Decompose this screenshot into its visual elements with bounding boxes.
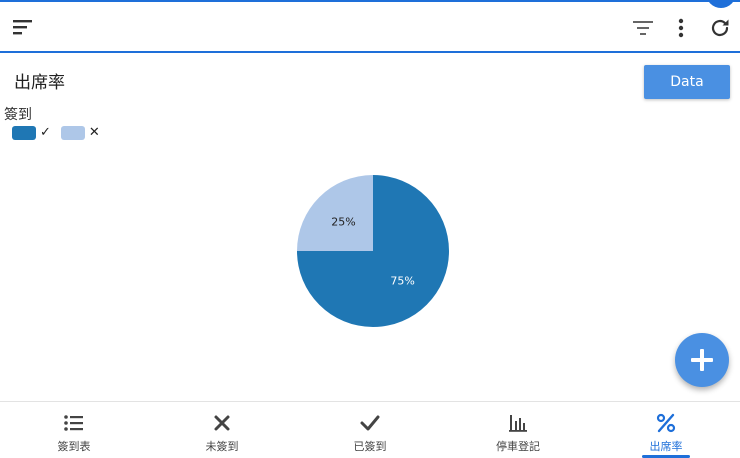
bottom-navigation: 簽到表 未簽到 已簽到 停車登記 出席率 bbox=[0, 401, 740, 458]
attendance-pie-chart: 75% 25% bbox=[297, 175, 449, 327]
list-icon bbox=[64, 415, 83, 431]
check-icon bbox=[360, 415, 380, 431]
filter-icon[interactable] bbox=[632, 18, 654, 38]
nav-item-signed-in[interactable]: 已簽到 bbox=[296, 402, 444, 458]
menu-icon[interactable] bbox=[12, 17, 34, 37]
legend-title: 簽到 bbox=[4, 107, 32, 123]
legend-item-unchecked[interactable]: ✕ bbox=[60, 125, 100, 140]
pie-label-0: 75% bbox=[390, 275, 414, 288]
legend-swatch-checked bbox=[12, 125, 36, 140]
nav-item-not-signed-in[interactable]: 未簽到 bbox=[148, 402, 296, 458]
chart-legend: ✓ ✕ bbox=[12, 125, 110, 140]
legend-label-unchecked: ✕ bbox=[88, 125, 100, 140]
nav-item-signin-sheet[interactable]: 簽到表 bbox=[0, 402, 148, 458]
avatar[interactable] bbox=[706, 0, 736, 8]
nav-label: 停車登記 bbox=[496, 440, 540, 453]
close-icon bbox=[214, 415, 230, 431]
refresh-icon[interactable] bbox=[708, 16, 732, 40]
plus-icon bbox=[691, 349, 713, 371]
nav-item-attendance-rate[interactable]: 出席率 bbox=[592, 402, 740, 458]
nav-label: 已簽到 bbox=[353, 440, 387, 453]
legend-item-checked[interactable]: ✓ bbox=[12, 125, 51, 140]
nav-label: 出席率 bbox=[649, 440, 683, 453]
top-app-bar bbox=[0, 0, 740, 53]
bar-chart-icon bbox=[509, 415, 527, 432]
nav-label: 簽到表 bbox=[57, 440, 91, 453]
nav-label: 未簽到 bbox=[205, 440, 239, 453]
nav-item-parking-registration[interactable]: 停車登記 bbox=[444, 402, 592, 458]
pie-label-1: 25% bbox=[331, 215, 355, 228]
pie-slice-1[interactable] bbox=[297, 175, 373, 251]
percent-icon bbox=[656, 413, 676, 433]
page-title: 出席率 bbox=[14, 73, 65, 93]
legend-label-checked: ✓ bbox=[40, 125, 51, 140]
more-vert-icon[interactable] bbox=[671, 16, 691, 40]
data-button[interactable]: Data bbox=[644, 65, 730, 99]
add-button[interactable] bbox=[675, 333, 729, 387]
app-frame: 出席率 Data 簽到 ✓ ✕ 75% 25% 簽到表 未簽到 已簽到 停車登記… bbox=[0, 0, 740, 458]
legend-swatch-unchecked bbox=[60, 125, 85, 140]
